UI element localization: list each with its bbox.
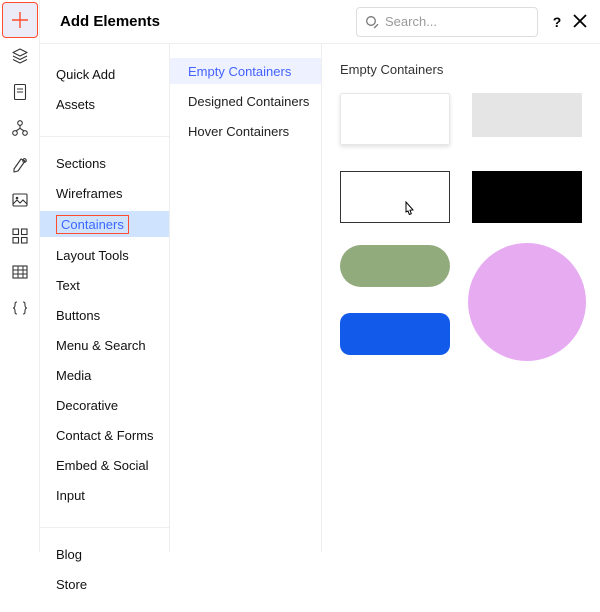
pages-icon: [12, 83, 28, 101]
category-media[interactable]: Media: [40, 363, 169, 387]
container-thumb-outline[interactable]: [340, 171, 450, 223]
subcategory-hover-containers[interactable]: Hover Containers: [170, 118, 321, 144]
category-layout-tools[interactable]: Layout Tools: [40, 243, 169, 267]
grid-tool[interactable]: [2, 254, 38, 290]
category-label: Sections: [56, 156, 106, 171]
subcategory-empty-containers[interactable]: Empty Containers: [170, 58, 321, 84]
preview-title: Empty Containers: [340, 62, 582, 77]
preview-pane: Empty Containers: [322, 44, 600, 552]
category-label: Containers: [56, 215, 129, 234]
category-label: Assets: [56, 97, 95, 112]
style-icon: [11, 155, 29, 173]
apps-tool[interactable]: [2, 218, 38, 254]
category-label: Layout Tools: [56, 248, 129, 263]
subcategory-label: Hover Containers: [188, 124, 289, 139]
category-embed-social[interactable]: Embed & Social: [40, 453, 169, 477]
media-tool[interactable]: [2, 182, 38, 218]
category-wireframes[interactable]: Wireframes: [40, 181, 169, 205]
category-label: Store: [56, 577, 87, 592]
container-thumb-black[interactable]: [472, 171, 582, 223]
subcategory-designed-containers[interactable]: Designed Containers: [170, 88, 321, 114]
search-icon: [365, 15, 379, 29]
category-label: Quick Add: [56, 67, 115, 82]
grid-icon: [11, 263, 29, 281]
category-containers[interactable]: Containers: [40, 211, 169, 237]
add-elements-tool[interactable]: [2, 2, 38, 38]
layers-icon: [11, 47, 29, 65]
category-contact-forms[interactable]: Contact & Forms: [40, 423, 169, 447]
container-thumb-green-pill[interactable]: [340, 245, 450, 287]
apps-icon: [11, 227, 29, 245]
panel-header: Add Elements ?: [40, 0, 600, 44]
subcategory-list: Empty Containers Designed Containers Hov…: [170, 44, 322, 552]
category-decorative[interactable]: Decorative: [40, 393, 169, 417]
category-label: Menu & Search: [56, 338, 146, 353]
category-list: Quick Add Assets Sections Wireframes Con…: [40, 44, 170, 552]
layers-tool[interactable]: [2, 38, 38, 74]
search-field[interactable]: [356, 7, 538, 37]
style-tool[interactable]: [2, 146, 38, 182]
container-thumb-blue-rounded[interactable]: [340, 313, 450, 355]
container-thumb-white-shadow[interactable]: [340, 93, 450, 145]
category-label: Blog: [56, 547, 82, 562]
category-menu-search[interactable]: Menu & Search: [40, 333, 169, 357]
left-toolstrip: [0, 0, 40, 552]
divider: [40, 527, 169, 528]
category-label: Embed & Social: [56, 458, 149, 473]
add-elements-panel: Quick Add Assets Sections Wireframes Con…: [40, 44, 600, 552]
category-sections[interactable]: Sections: [40, 151, 169, 175]
panel-title: Add Elements: [60, 13, 160, 30]
search-input[interactable]: [385, 14, 529, 29]
site-structure-tool[interactable]: [2, 110, 38, 146]
subcategory-label: Designed Containers: [188, 94, 309, 109]
category-label: Input: [56, 488, 85, 503]
media-icon: [11, 191, 29, 209]
category-assets[interactable]: Assets: [40, 92, 169, 116]
close-icon: [572, 13, 588, 29]
category-text[interactable]: Text: [40, 273, 169, 297]
category-quick-add[interactable]: Quick Add: [40, 62, 169, 86]
category-label: Buttons: [56, 308, 100, 323]
code-tool[interactable]: [2, 290, 38, 326]
category-blog[interactable]: Blog: [40, 542, 169, 566]
site-structure-icon: [11, 119, 29, 137]
divider: [40, 136, 169, 137]
category-label: Media: [56, 368, 91, 383]
category-buttons[interactable]: Buttons: [40, 303, 169, 327]
category-label: Contact & Forms: [56, 428, 154, 443]
category-input[interactable]: Input: [40, 483, 169, 507]
code-icon: [11, 299, 29, 317]
category-store[interactable]: Store: [40, 572, 169, 596]
pages-tool[interactable]: [2, 74, 38, 110]
container-thumb-gray[interactable]: [472, 93, 582, 137]
category-label: Wireframes: [56, 186, 122, 201]
container-thumb-pink-circle[interactable]: [468, 243, 586, 361]
category-label: Decorative: [56, 398, 118, 413]
help-button[interactable]: ?: [548, 14, 566, 30]
subcategory-label: Empty Containers: [188, 64, 291, 79]
close-button[interactable]: [572, 13, 590, 31]
category-label: Text: [56, 278, 80, 293]
